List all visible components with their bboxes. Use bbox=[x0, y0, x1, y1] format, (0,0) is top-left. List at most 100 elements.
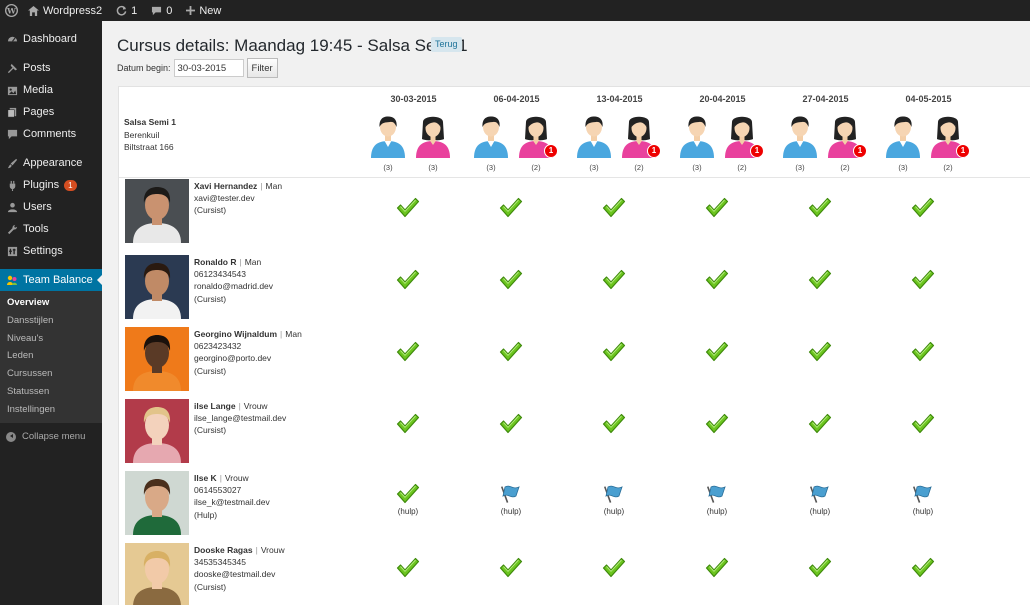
course-info: Salsa Semi 1 Berenkuil Biltstraat 166 bbox=[124, 116, 176, 154]
sidebar-item-users[interactable]: Users bbox=[0, 196, 102, 218]
member-name[interactable]: Georgino Wijnaldum bbox=[194, 329, 277, 339]
users-icon bbox=[6, 201, 18, 213]
attendance-check-icon[interactable] bbox=[911, 197, 935, 219]
attendance-check-icon[interactable] bbox=[808, 557, 832, 579]
date-begin-input[interactable] bbox=[173, 59, 244, 77]
separator: | bbox=[280, 329, 283, 339]
submenu-instellingen[interactable]: Instellingen bbox=[0, 401, 102, 419]
attendance-check-icon[interactable] bbox=[396, 197, 420, 219]
sidebar-item-appearance[interactable]: Appearance bbox=[0, 152, 102, 174]
attendance-check-icon[interactable] bbox=[705, 197, 729, 219]
sidebar-item-posts[interactable]: Posts bbox=[0, 57, 102, 79]
course-place: Berenkuil bbox=[124, 129, 160, 140]
attendance-check-icon[interactable] bbox=[808, 269, 832, 291]
attendance-check-icon[interactable] bbox=[911, 269, 935, 291]
separator: | bbox=[238, 401, 241, 411]
date-label: 20-04-2015 bbox=[699, 94, 746, 104]
attendance-check-icon[interactable] bbox=[602, 341, 626, 363]
attendance-check-icon[interactable] bbox=[911, 341, 935, 363]
attendance-check-icon[interactable] bbox=[705, 413, 729, 435]
updates-link[interactable]: 1 bbox=[110, 0, 145, 21]
attendance-check-icon[interactable] bbox=[705, 557, 729, 579]
member-name[interactable]: Ilse K bbox=[194, 473, 217, 483]
attendance-check-icon[interactable] bbox=[396, 269, 420, 291]
submenu-statussen[interactable]: Statussen bbox=[0, 383, 102, 401]
attendance-check-icon[interactable] bbox=[396, 557, 420, 579]
attendance-check-icon[interactable] bbox=[602, 413, 626, 435]
attendance-check-icon[interactable] bbox=[396, 341, 420, 363]
member-name[interactable]: Ronaldo R bbox=[194, 257, 237, 267]
notification-badge: 1 bbox=[647, 144, 661, 158]
attendance-flag-icon[interactable] bbox=[911, 483, 935, 505]
sidebar-item-label: Dashboard bbox=[23, 33, 77, 45]
date-label: 04-05-2015 bbox=[905, 94, 952, 104]
separator: | bbox=[239, 257, 242, 267]
member-phone: 06123434543 bbox=[194, 269, 247, 280]
submenu-cursussen[interactable]: Cursussen bbox=[0, 365, 102, 383]
sidebar-item-media[interactable]: Media bbox=[0, 79, 102, 101]
member-name[interactable]: Dooske Ragas bbox=[194, 545, 253, 555]
submenu-leden[interactable]: Leden bbox=[0, 347, 102, 365]
member-row: Georgino Wijnaldum | Man 0623423432 georgino… bbox=[119, 323, 1030, 395]
male-count: (3) bbox=[795, 163, 805, 172]
attendance-check-icon[interactable] bbox=[705, 269, 729, 291]
sidebar-item-pages[interactable]: Pages bbox=[0, 101, 102, 123]
attendance-flag-icon[interactable] bbox=[602, 483, 626, 505]
attendance-check-icon[interactable] bbox=[602, 557, 626, 579]
female-count: (2) bbox=[737, 163, 747, 172]
attendance-flag-icon[interactable] bbox=[499, 483, 523, 505]
sidebar-item-tools[interactable]: Tools bbox=[0, 218, 102, 240]
male-count: (3) bbox=[383, 163, 393, 172]
collapse-menu-button[interactable]: Collapse menu bbox=[0, 426, 102, 448]
comments-link[interactable]: 0 bbox=[145, 0, 180, 21]
attendance-check-icon[interactable] bbox=[808, 197, 832, 219]
attendance-check-icon[interactable] bbox=[705, 341, 729, 363]
attendance-check-icon[interactable] bbox=[808, 413, 832, 435]
member-email: xavi@tester.dev bbox=[194, 193, 255, 204]
new-content-link[interactable]: New bbox=[180, 0, 229, 21]
date-begin-label: Datum begin: bbox=[117, 63, 171, 73]
attendance-check-icon[interactable] bbox=[911, 557, 935, 579]
sidebar-item-dashboard[interactable]: Dashboard bbox=[0, 28, 102, 50]
attendance-check-icon[interactable] bbox=[499, 197, 523, 219]
member-name[interactable]: Xavi Hernandez bbox=[194, 181, 257, 191]
member-email: ronaldo@madrid.dev bbox=[194, 281, 274, 292]
member-email: ilse_lange@testmail.dev bbox=[194, 413, 287, 424]
male-avatar-icon bbox=[575, 114, 613, 158]
member-phone: 34535345345 bbox=[194, 557, 247, 568]
submenu-niveaus[interactable]: Niveau's bbox=[0, 330, 102, 348]
wordpress-logo-icon[interactable]: W bbox=[0, 0, 22, 21]
attendance-check-icon[interactable] bbox=[602, 269, 626, 291]
attendance-check-icon[interactable] bbox=[396, 483, 420, 505]
submenu-dansstijlen[interactable]: Dansstijlen bbox=[0, 312, 102, 330]
submenu-overview[interactable]: Overview bbox=[0, 294, 102, 312]
member-row: Ilse K | Vrouw 0614553027 ilse_k@testmail.de… bbox=[119, 467, 1030, 539]
attendance-check-icon[interactable] bbox=[396, 413, 420, 435]
attendance-flag-icon[interactable] bbox=[808, 483, 832, 505]
brush-icon bbox=[6, 157, 18, 169]
attendance-check-icon[interactable] bbox=[602, 197, 626, 219]
attendance-check-icon[interactable] bbox=[808, 341, 832, 363]
sidebar-item-plugins[interactable]: Plugins 1 bbox=[0, 174, 102, 196]
filter-button[interactable]: Filter bbox=[246, 58, 278, 78]
back-button[interactable]: Terug bbox=[431, 37, 462, 52]
course-address: Biltstraat 166 bbox=[124, 142, 174, 152]
member-photo bbox=[125, 327, 189, 391]
sidebar-item-team-balance[interactable]: Team Balance bbox=[0, 269, 102, 291]
attendance-flag-icon[interactable] bbox=[705, 483, 729, 505]
attendance-cell-label: (hulp) bbox=[603, 507, 625, 516]
admin-sidebar: Dashboard Posts Media Pages Comments App… bbox=[0, 21, 102, 605]
attendance-check-icon[interactable] bbox=[499, 269, 523, 291]
male-avatar-icon bbox=[781, 114, 819, 158]
attendance-check-icon[interactable] bbox=[499, 557, 523, 579]
site-name-link[interactable]: Wordpress2 bbox=[22, 0, 110, 21]
attendance-cell-label: (hulp) bbox=[809, 507, 831, 516]
attendance-check-icon[interactable] bbox=[499, 413, 523, 435]
attendance-check-icon[interactable] bbox=[499, 341, 523, 363]
member-info: Georgino Wijnaldum | Man 0623423432 georgino… bbox=[194, 328, 302, 377]
member-name[interactable]: ilse Lange bbox=[194, 401, 236, 411]
sidebar-item-comments[interactable]: Comments bbox=[0, 123, 102, 145]
sidebar-item-settings[interactable]: Settings bbox=[0, 240, 102, 262]
pin-icon bbox=[6, 62, 18, 74]
attendance-check-icon[interactable] bbox=[911, 413, 935, 435]
